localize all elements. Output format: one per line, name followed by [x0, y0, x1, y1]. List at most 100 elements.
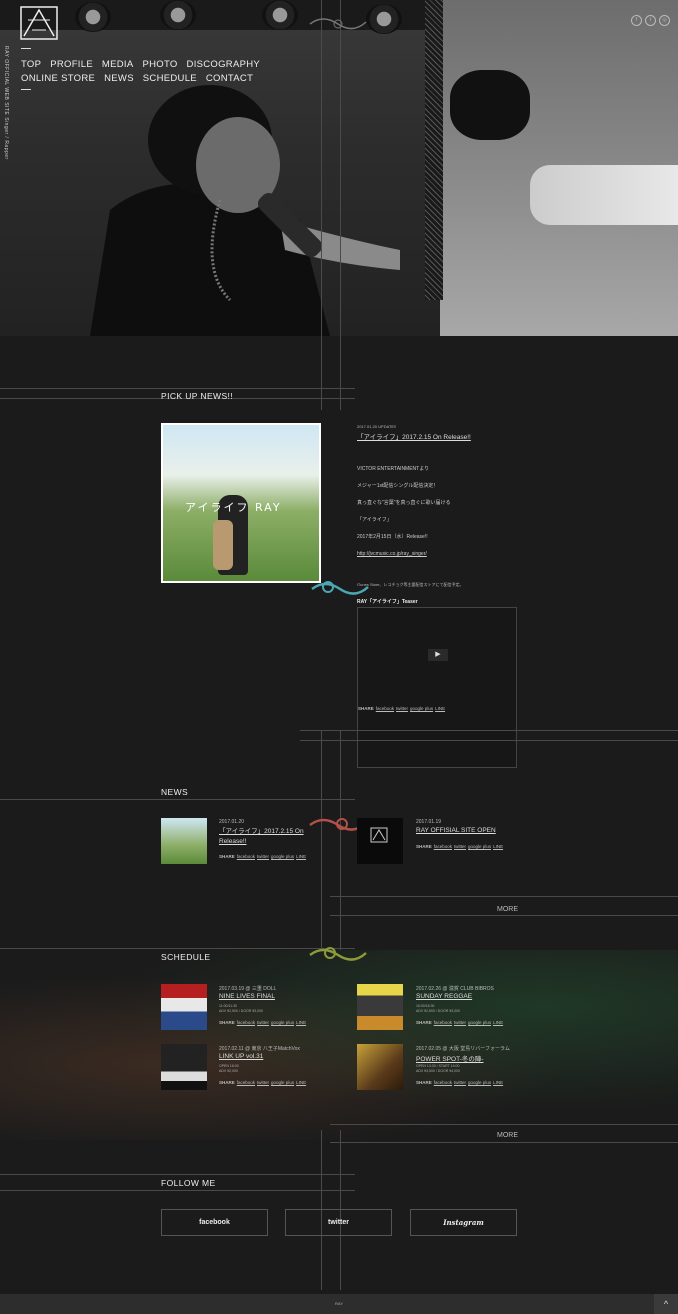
schedule-flyer-2[interactable]	[357, 984, 403, 1030]
share-line[interactable]: LINE	[435, 706, 445, 711]
nav-divider	[21, 48, 31, 49]
follow-facebook-button[interactable]: facebook	[161, 1209, 268, 1236]
schedule-background-photo	[0, 950, 678, 1140]
schedule-info-4: OPEN 13:30 / START 14:00 ADV ¥3,500 / DOO…	[416, 1064, 460, 1073]
schedule-title: SCHEDULE	[161, 952, 211, 962]
hero-photo	[0, 0, 678, 336]
site-subtitle-vertical: RAY OFFICIAL WEB SITE Singer / Rapper	[3, 46, 9, 160]
ornament-swirl	[309, 18, 367, 30]
nav-schedule[interactable]: SCHEDULE	[143, 72, 197, 86]
schedule-headline-2[interactable]: SUNDAY REGGAE	[416, 993, 472, 1000]
ray-logo[interactable]	[20, 6, 58, 40]
stage-light	[160, 0, 196, 30]
footer-copyright: RAY	[335, 1301, 343, 1306]
news-date-2: 2017.01.19	[416, 819, 442, 825]
decor-line	[0, 799, 355, 800]
schedule-info-1: 11:00/11:30 ADV ¥2,500 / DOOR ¥3,000	[219, 1004, 263, 1013]
stage-light	[366, 4, 402, 34]
singer-photo	[90, 85, 400, 336]
schedule-info-2: 16:00/16:30 ADV ¥2,500 / DOOR ¥3,000	[416, 1004, 460, 1013]
decor-line	[300, 740, 678, 741]
pickup-body: VICTOR ENTERTAINMENTより メジャー1st配信シングル配信決定…	[357, 466, 451, 557]
news-thumb-2[interactable]	[357, 818, 403, 864]
share-facebook[interactable]: facebook	[376, 706, 394, 711]
share-twitter[interactable]: twitter	[396, 706, 408, 711]
nav-divider	[21, 89, 31, 90]
pickup-date: 2017.01.20 UPDATE!!	[357, 424, 397, 429]
decor-line	[321, 0, 322, 410]
twitter-icon[interactable]: t	[645, 15, 656, 26]
decor-line	[330, 1142, 678, 1143]
ornament-cyan	[311, 581, 369, 595]
decor-line	[330, 915, 678, 916]
main-nav: TOP PROFILE MEDIA PHOTO DISCOGRAPHY ONLI…	[21, 58, 341, 86]
nav-contact[interactable]: CONTACT	[206, 72, 253, 86]
video-player[interactable]: ▶ SHARE facebook twitter google plus LINE	[357, 607, 517, 768]
decor-line	[300, 730, 678, 731]
news-headline-2[interactable]: RAY OFFISIAL SITE OPEN	[416, 827, 496, 834]
video-title: RAY「アイライフ」Teaser	[357, 599, 418, 605]
news-more-link[interactable]: MORE	[497, 906, 518, 913]
guitar-case	[213, 520, 233, 570]
ornament-olive	[309, 947, 367, 961]
decor-line	[0, 948, 355, 949]
follow-instagram-button[interactable]: Instagram	[410, 1209, 517, 1236]
pickup-title: PICK UP NEWS!!	[161, 391, 234, 401]
nav-media[interactable]: MEDIA	[102, 58, 134, 72]
schedule-share-3: SHARE facebook twitter google plus LINE	[219, 1080, 307, 1085]
decor-line	[330, 1124, 678, 1125]
instagram-icon[interactable]: ◎	[659, 15, 670, 26]
decor-line	[0, 1174, 355, 1175]
reaching-arm	[530, 165, 678, 225]
schedule-headline-4[interactable]: POWER SPOT-冬の陣-	[416, 1053, 484, 1063]
schedule-info-3: OPEN 16:00 ADV ¥2,000	[219, 1064, 239, 1073]
pickup-jacket-image[interactable]: アイライフ RAY	[161, 423, 321, 583]
nav-online-store[interactable]: ONLINE STORE	[21, 72, 95, 86]
schedule-flyer-3[interactable]	[161, 1044, 207, 1090]
social-links-top: f t ◎	[628, 8, 670, 26]
follow-title: FOLLOW ME	[161, 1178, 216, 1188]
itunes-note: iTunes Store、レコチョク等主要配信ストアにて配信予定。	[357, 582, 464, 587]
nav-photo[interactable]: PHOTO	[142, 58, 177, 72]
stage-light	[75, 2, 111, 32]
footer: RAY	[0, 1294, 678, 1314]
schedule-flyer-4[interactable]	[357, 1044, 403, 1090]
nav-discography[interactable]: DISCOGRAPHY	[187, 58, 261, 72]
share-google-plus[interactable]: google plus	[410, 706, 433, 711]
pickup-headline[interactable]: 「アイライフ」2017.2.15 On Release!!	[357, 431, 471, 441]
nav-top[interactable]: TOP	[21, 58, 41, 72]
decor-line	[340, 730, 341, 970]
decor-line	[330, 896, 678, 897]
schedule-date-4: 2017.02.05 @ 大阪 堂島リバーフォーラム	[416, 1046, 510, 1052]
news-thumb-1[interactable]	[161, 818, 207, 864]
follow-twitter-button[interactable]: twitter	[285, 1209, 392, 1236]
decor-line	[340, 0, 341, 410]
schedule-date-2: 2017.02.26 @ 滋賀 CLUB BIBROS	[416, 986, 494, 992]
schedule-share-2: SHARE facebook twitter google plus LINE	[416, 1020, 504, 1025]
news-title: NEWS	[161, 787, 189, 797]
schedule-date-1: 2017.03.19 @ 三重 DOLL	[219, 986, 277, 992]
schedule-more-link[interactable]: MORE	[497, 1132, 518, 1139]
facebook-icon[interactable]: f	[631, 15, 642, 26]
schedule-headline-1[interactable]: NINE LIVES FINAL	[219, 993, 275, 1000]
schedule-headline-3[interactable]: LINK UP vol.31	[219, 1053, 263, 1060]
jacket-text: アイライフ RAY	[185, 501, 282, 514]
back-to-top-button[interactable]: ^	[654, 1294, 678, 1314]
news-share-2: SHARE facebook twitter google plus LINE	[416, 844, 504, 849]
decor-line	[0, 1190, 355, 1191]
schedule-date-3: 2017.02.11 @ 東京 八王子MatchVox	[219, 1046, 300, 1052]
news-headline-1[interactable]: 「アイライフ」2017.2.15 On Release!!	[219, 827, 319, 847]
nav-profile[interactable]: PROFILE	[50, 58, 93, 72]
news-date-1: 2017.01.20	[219, 819, 245, 825]
decor-line	[321, 730, 322, 970]
schedule-flyer-1[interactable]	[161, 984, 207, 1030]
schedule-share-4: SHARE facebook twitter google plus LINE	[416, 1080, 504, 1085]
news-share-1: SHARE facebook twitter google plus LINE	[219, 854, 307, 859]
nav-news[interactable]: NEWS	[104, 72, 134, 86]
schedule-share-1: SHARE facebook twitter google plus LINE	[219, 1020, 307, 1025]
play-icon[interactable]: ▶	[428, 649, 448, 661]
stage-speaker	[450, 70, 530, 140]
decor-line	[0, 388, 355, 389]
video-share: SHARE facebook twitter google plus LINE	[358, 706, 446, 711]
stage-truss-vertical	[425, 0, 443, 300]
